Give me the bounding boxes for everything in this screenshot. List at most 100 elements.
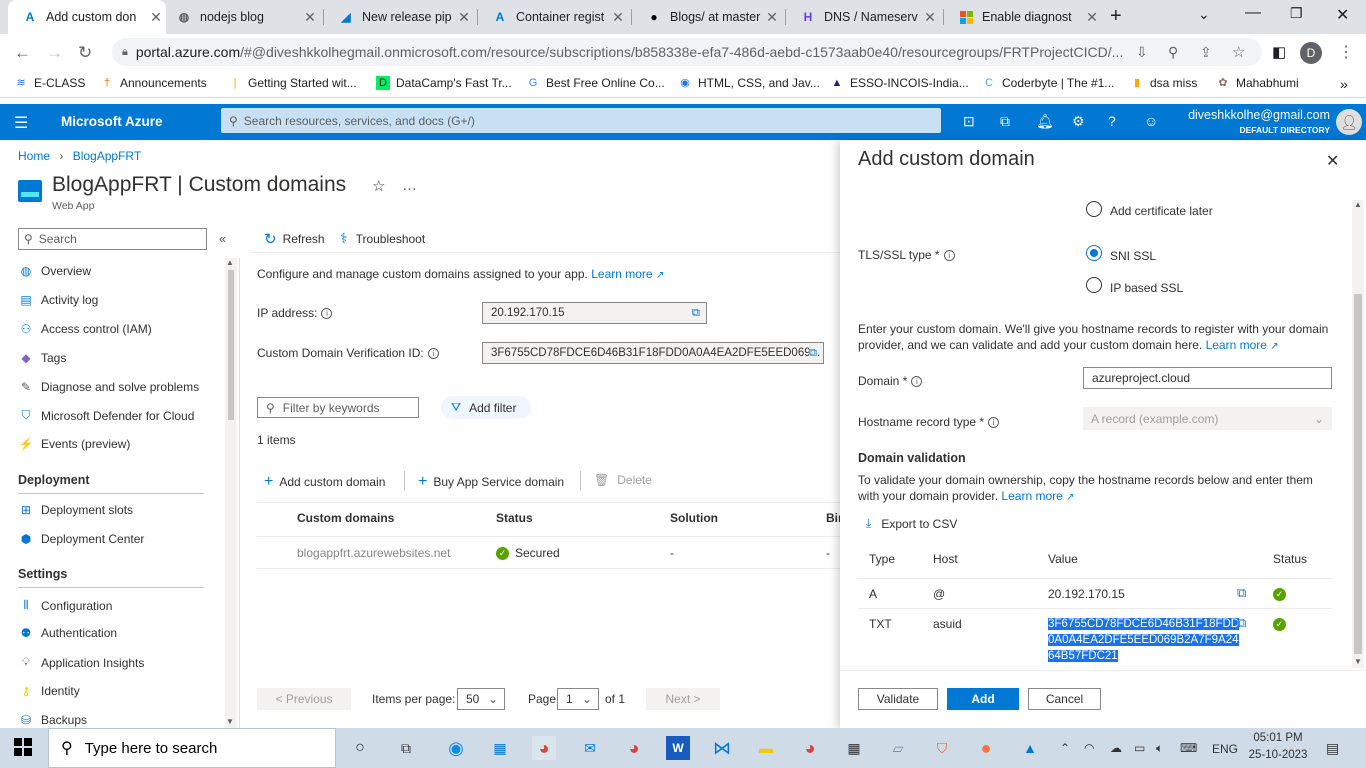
directory-filter-icon[interactable]: ⧉ — [1000, 113, 1010, 130]
network-icon[interactable]: ◠ — [1084, 741, 1094, 755]
hamburger-icon[interactable]: ☰ — [14, 113, 28, 133]
mail-icon[interactable]: ✉ — [578, 736, 602, 760]
close-tab-icon[interactable]: ✕ — [920, 9, 940, 26]
file-explorer-icon[interactable]: ▬ — [754, 736, 778, 760]
bookmark-html-css[interactable]: ◉ HTML, CSS, and Jav... — [678, 76, 820, 90]
add-custom-domain-button[interactable]: + Add custom domain — [264, 473, 385, 491]
volume-icon[interactable]: 🔈︎ — [1156, 741, 1163, 756]
col-binding[interactable]: Bin — [826, 511, 840, 525]
bookmark-mahabhumi[interactable]: ✿ Mahabhumi — [1216, 76, 1298, 90]
notification-center-icon[interactable]: ▤ — [1326, 740, 1339, 757]
menu-item-backups[interactable]: ⛁ Backups — [18, 713, 87, 727]
scroll-up-icon[interactable]: ▲ — [226, 258, 234, 267]
taskbar-search-input[interactable]: ⚲ Type here to search — [48, 728, 336, 768]
col-status[interactable]: Status — [496, 511, 533, 525]
bookmark-datacamp[interactable]: D DataCamp's Fast Tr... — [376, 76, 512, 90]
learn-more-link[interactable]: Learn more — [1001, 489, 1062, 503]
menu-item-events[interactable]: ⚡ Events (preview) — [18, 437, 131, 451]
ip-ssl-radio[interactable] — [1086, 277, 1102, 293]
photos-icon[interactable]: ▲ — [1018, 736, 1042, 760]
collapse-menu-icon[interactable]: « — [219, 231, 226, 246]
firefox-icon[interactable]: ● — [974, 736, 998, 760]
cloud-shell-icon[interactable]: ⊡ — [963, 113, 975, 130]
tab-enable-diagnostics[interactable]: Enable diagnost ✕ — [944, 0, 1102, 34]
section-deployment[interactable]: Deployment — [18, 473, 90, 487]
edge-icon[interactable]: ◉ — [444, 736, 468, 760]
settings-icon[interactable]: ⚙ — [1072, 113, 1085, 130]
back-icon[interactable]: ← — [14, 43, 31, 63]
scroll-down-icon[interactable]: ▼ — [1354, 657, 1362, 666]
favorite-star-icon[interactable]: ☆ — [372, 177, 385, 195]
cloud-icon[interactable]: ☁ — [1110, 741, 1122, 755]
menu-item-authentication[interactable]: ⚉ Authentication — [18, 626, 117, 640]
copy-icon[interactable]: ⧉ — [1237, 615, 1246, 631]
language-indicator[interactable]: ENG — [1212, 742, 1238, 756]
notepad-icon[interactable]: ▱ — [886, 736, 910, 760]
previous-page-button[interactable]: < Previous — [257, 688, 351, 710]
brave-icon[interactable]: ⛉ — [930, 736, 954, 760]
sidebar-icon[interactable]: ◧ — [1272, 43, 1286, 61]
bookmark-dsa-miss[interactable]: ▮ dsa miss — [1130, 76, 1197, 90]
cancel-button[interactable]: Cancel — [1028, 688, 1101, 710]
info-icon[interactable]: i — [988, 417, 1000, 429]
learn-more-link[interactable]: Learn more — [1206, 338, 1267, 352]
reload-icon[interactable]: ↻ — [78, 43, 92, 63]
menu-item-deployment-slots[interactable]: ⊞ Deployment slots — [18, 503, 133, 517]
tab-blogs-github[interactable]: ● Blogs/ at master ✕ — [632, 0, 782, 34]
scroll-down-icon[interactable]: ▼ — [226, 717, 234, 726]
section-settings[interactable]: Settings — [18, 567, 67, 581]
tab-search-icon[interactable]: ⌄ — [1198, 6, 1210, 23]
close-tab-icon[interactable]: ✕ — [1082, 9, 1102, 26]
copy-icon[interactable]: ⧉ — [808, 346, 817, 360]
close-tab-icon[interactable]: ✕ — [454, 9, 474, 26]
page-select[interactable]: 1 ⌄ — [557, 688, 599, 710]
info-icon[interactable]: i — [427, 348, 439, 360]
record-value[interactable]: 20.192.170.15 — [1048, 587, 1125, 601]
url-bar[interactable]: 🔒︎ portal.azure.com/#@diveshkkolhegmail.… — [112, 38, 1262, 66]
breadcrumb-app[interactable]: BlogAppFRT — [73, 149, 141, 163]
info-icon[interactable]: i — [943, 250, 955, 262]
zoom-icon[interactable]: ⚲ — [1168, 44, 1178, 61]
menu-item-identity[interactable]: ⚷ Identity — [18, 684, 80, 698]
vscode-icon[interactable]: ⋈ — [710, 736, 734, 760]
delete-button[interactable]: 🗑︎ Delete — [594, 473, 652, 487]
show-hidden-icons[interactable]: ⌃ — [1060, 741, 1070, 755]
clock-date[interactable]: 25-10-2023 — [1246, 749, 1310, 761]
battery-icon[interactable]: ▭ — [1134, 741, 1145, 755]
copy-icon[interactable]: ⧉ — [692, 307, 700, 320]
close-tab-icon[interactable]: ✕ — [762, 9, 782, 26]
next-page-button[interactable]: Next > — [646, 688, 720, 710]
col-solution[interactable]: Solution — [670, 511, 718, 525]
scroll-up-icon[interactable]: ▲ — [1354, 200, 1362, 209]
menu-item-configuration[interactable]: ⫴ Configuration — [18, 598, 112, 613]
validate-button[interactable]: Validate — [858, 688, 938, 710]
user-email[interactable]: diveshkkolhe@gmail.com — [1188, 108, 1330, 122]
verification-id-field[interactable]: 3F6755CD78FDCE6D46B31F18FDD0A0A4EA2DFE5E… — [482, 342, 824, 364]
feedback-icon[interactable]: ☺ — [1144, 113, 1158, 129]
chrome-icon[interactable]: ◕ — [622, 736, 646, 760]
add-button[interactable]: Add — [947, 688, 1019, 710]
bookmark-star-icon[interactable]: ☆ — [1232, 43, 1245, 61]
tab-nodejs-blog[interactable]: ◍ nodejs blog ✕ — [162, 0, 320, 34]
info-icon[interactable]: i — [911, 376, 923, 388]
filter-keywords-input[interactable]: ⚲ Filter by keywords — [257, 397, 419, 418]
calculator-icon[interactable]: ▦ — [842, 736, 866, 760]
copy-icon[interactable]: ⧉ — [1237, 585, 1246, 601]
more-bookmarks-icon[interactable]: » — [1340, 76, 1348, 92]
breadcrumb-home[interactable]: Home — [18, 149, 50, 163]
buy-domain-button[interactable]: + Buy App Service domain — [418, 473, 564, 491]
notifications-icon[interactable]: 🔔︎ — [1036, 113, 1054, 130]
menu-item-diagnose[interactable]: ✎ Diagnose and solve problems — [18, 380, 199, 394]
bookmark-announcements[interactable]: † Announcements — [100, 76, 207, 90]
tab-add-custom-domain[interactable]: A Add custom don ✕ — [8, 0, 166, 34]
bookmark-best-free-online[interactable]: G Best Free Online Co... — [526, 76, 665, 90]
menu-item-deployment-center[interactable]: ⬢ Deployment Center — [18, 532, 145, 546]
bookmark-esso-incois[interactable]: ▲ ESSO-INCOIS-India... — [830, 76, 969, 90]
cert-later-radio[interactable] — [1086, 201, 1102, 217]
items-per-page-select[interactable]: 50 ⌄ — [457, 688, 505, 710]
profile-avatar[interactable]: D — [1300, 42, 1322, 64]
forward-icon[interactable]: → — [46, 43, 63, 63]
maximize-button[interactable]: ❐ — [1290, 5, 1303, 22]
learn-more-link[interactable]: Learn more — [591, 267, 652, 281]
user-avatar[interactable]: 👤︎ — [1336, 109, 1362, 135]
